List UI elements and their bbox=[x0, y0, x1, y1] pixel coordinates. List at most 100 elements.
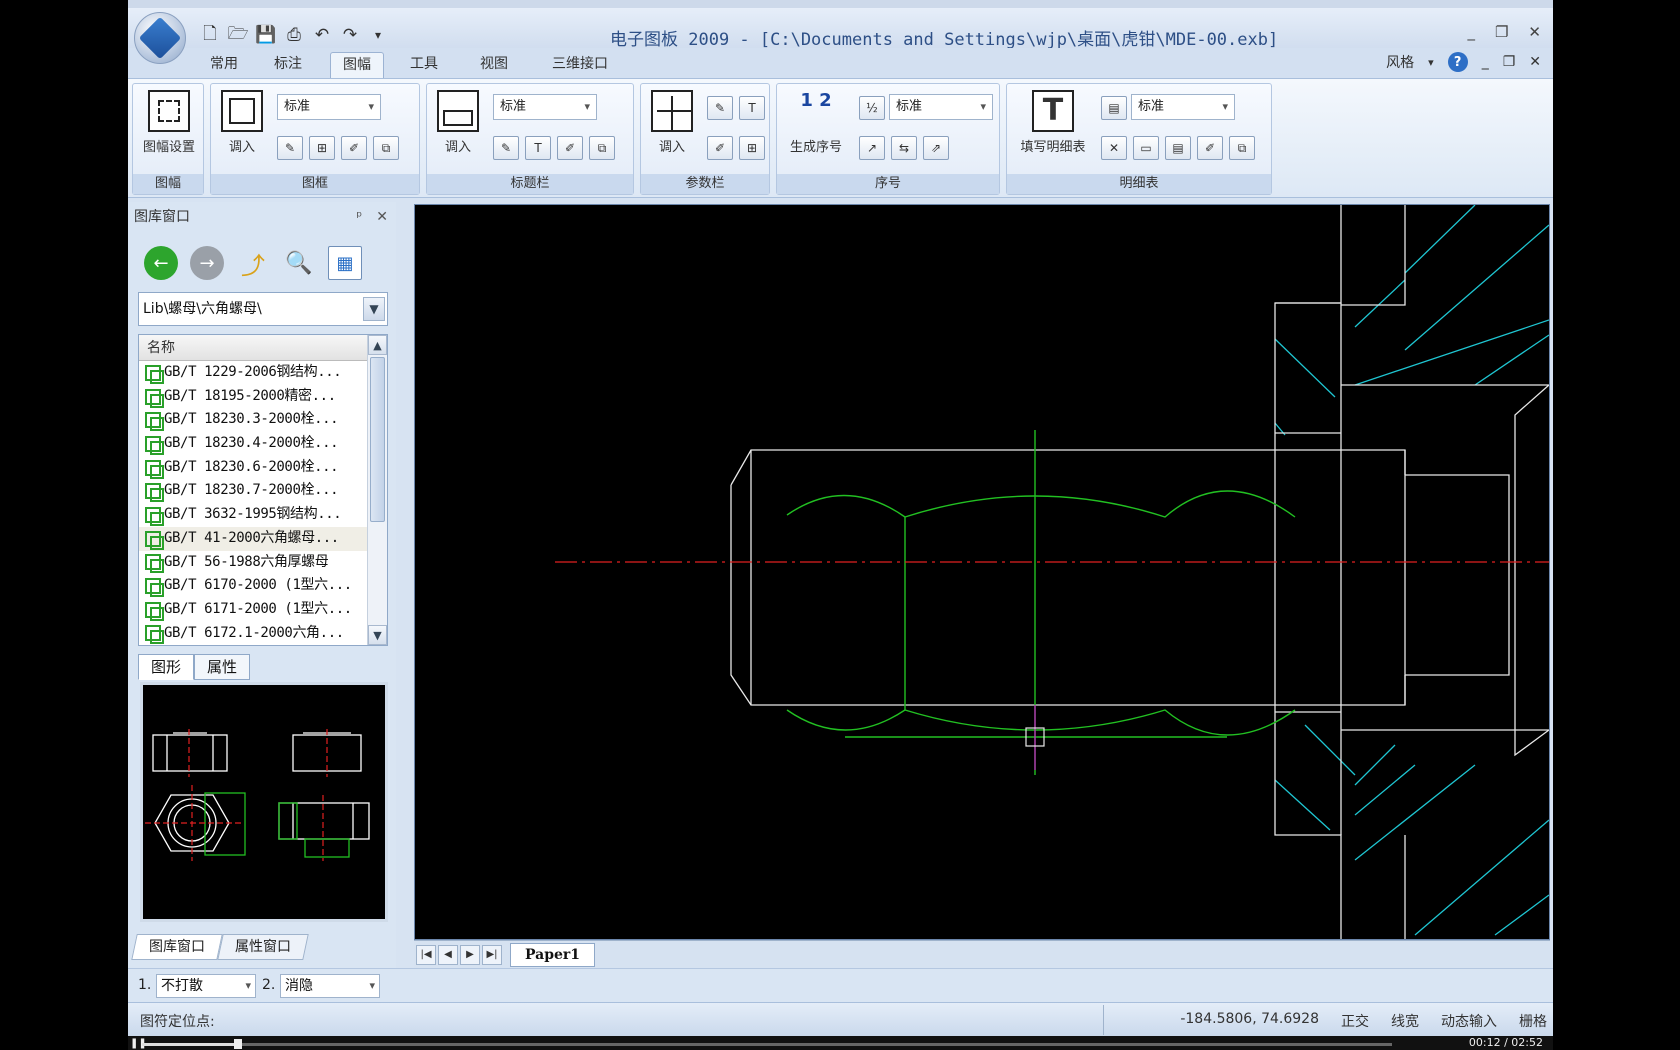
tab-paper1[interactable]: Paper1 bbox=[510, 943, 596, 967]
list-scrollbar[interactable]: ▲ ▼ bbox=[367, 335, 387, 645]
generate-sequence-icon: 1 2 bbox=[800, 90, 832, 111]
list-item[interactable]: GB/T 18230.6-2000栓... bbox=[139, 456, 368, 480]
border-swap-icon[interactable]: ⧉ bbox=[373, 136, 399, 160]
sequence-style-icon[interactable]: ½ bbox=[859, 96, 885, 120]
tab-annotate[interactable]: 标注 bbox=[262, 52, 314, 78]
last-sheet-icon[interactable]: ▶| bbox=[482, 945, 502, 965]
save-icon[interactable]: 💾 bbox=[254, 24, 278, 46]
tab-view[interactable]: 视图 bbox=[468, 52, 520, 78]
tab-tools[interactable]: 工具 bbox=[398, 52, 450, 78]
border-style-combo[interactable]: 标准 bbox=[277, 94, 381, 120]
ortho-toggle[interactable]: 正交 bbox=[1341, 1011, 1369, 1031]
mdi-minimize-button[interactable]: _ bbox=[1482, 54, 1489, 70]
close-button[interactable]: ✕ bbox=[1528, 23, 1541, 41]
detail-output-icon[interactable]: ⧉ bbox=[1229, 136, 1255, 160]
list-item[interactable]: GB/T 18230.4-2000栓... bbox=[139, 432, 368, 456]
params-define-icon[interactable]: ✎ bbox=[707, 96, 733, 120]
new-file-icon[interactable]: 🗋 bbox=[198, 24, 222, 46]
tab-property-window[interactable]: 属性窗口 bbox=[217, 934, 309, 960]
panel-close-icon[interactable]: ✕ bbox=[376, 206, 388, 228]
print-icon[interactable]: ⎙ bbox=[282, 24, 306, 46]
pin-icon[interactable]: ᵖ bbox=[356, 206, 362, 228]
sequence-delete-icon[interactable]: ↗ bbox=[859, 136, 885, 160]
app-logo-button[interactable] bbox=[134, 12, 186, 64]
params-store-icon[interactable]: ⊞ bbox=[739, 136, 765, 160]
detail-edit-icon[interactable]: ✐ bbox=[1197, 136, 1223, 160]
params-load-button[interactable]: 调入 bbox=[649, 90, 695, 155]
params-edit-icon[interactable]: ✐ bbox=[707, 136, 733, 160]
titleblock-define-icon[interactable]: ✎ bbox=[493, 136, 519, 160]
sheet-setup-button[interactable]: 图幅设置 bbox=[141, 90, 197, 155]
detail-delete-icon[interactable]: ✕ bbox=[1101, 136, 1127, 160]
titleblock-swap-icon[interactable]: ⧉ bbox=[589, 136, 615, 160]
list-item[interactable]: GB/T 41-2000六角螺母... bbox=[139, 526, 368, 551]
list-item[interactable]: GB/T 6170-2000 (1型六... bbox=[139, 574, 368, 598]
tab-sheet[interactable]: 图幅 bbox=[330, 52, 384, 78]
list-item[interactable]: GB/T 3632-1995钢结构... bbox=[139, 503, 368, 527]
sequence-swap-icon[interactable]: ⇆ bbox=[891, 136, 917, 160]
list-item[interactable]: GB/T 1229-2006钢结构... bbox=[139, 361, 368, 385]
mdi-restore-button[interactable]: ❐ bbox=[1503, 54, 1516, 70]
sequence-style-combo[interactable]: 标准 bbox=[889, 94, 993, 120]
detail-style-combo[interactable]: 标准 bbox=[1131, 94, 1235, 120]
tab-common[interactable]: 常用 bbox=[198, 52, 250, 78]
open-folder-icon[interactable]: 🗁 bbox=[226, 24, 250, 46]
params-text-icon[interactable]: T bbox=[739, 96, 765, 120]
option1-combo[interactable]: 不打散 bbox=[156, 974, 256, 998]
tab-graphic[interactable]: 图形 bbox=[138, 654, 195, 680]
list-column-header[interactable]: 名称 bbox=[139, 335, 368, 361]
scroll-down-icon[interactable]: ▼ bbox=[368, 625, 387, 645]
forward-arrow-icon[interactable]: → bbox=[190, 246, 224, 280]
first-sheet-icon[interactable]: |◀ bbox=[416, 945, 436, 965]
titleblock-load-button[interactable]: 调入 bbox=[435, 90, 481, 155]
prev-sheet-icon[interactable]: ◀ bbox=[438, 945, 458, 965]
border-define-icon[interactable]: ✎ bbox=[277, 136, 303, 160]
detail-style-icon[interactable]: ▤ bbox=[1101, 96, 1127, 120]
titleblock-text-icon[interactable]: T bbox=[525, 136, 551, 160]
list-item[interactable]: GB/T 18195-2000精密... bbox=[139, 385, 368, 409]
border-load-button[interactable]: 调入 bbox=[219, 90, 265, 155]
sequence-edit-icon[interactable]: ⇗ bbox=[923, 136, 949, 160]
up-folder-icon[interactable]: ⤴ bbox=[236, 246, 270, 280]
list-item[interactable]: GB/T 18230.7-2000栓... bbox=[139, 479, 368, 503]
video-progress-track[interactable] bbox=[142, 1039, 1392, 1049]
next-sheet-icon[interactable]: ▶ bbox=[460, 945, 480, 965]
video-progress-knob[interactable] bbox=[234, 1039, 243, 1049]
help-icon[interactable]: ? bbox=[1447, 52, 1468, 72]
minimize-button[interactable]: _ bbox=[1467, 23, 1475, 41]
option2-combo[interactable]: 消隐 bbox=[280, 974, 380, 998]
detail-insert-icon[interactable]: ▤ bbox=[1165, 136, 1191, 160]
drawing-canvas[interactable] bbox=[414, 204, 1550, 940]
scroll-up-icon[interactable]: ▲ bbox=[368, 335, 387, 355]
view-grid-icon[interactable]: ▦ bbox=[328, 246, 362, 280]
back-arrow-icon[interactable]: ← bbox=[144, 246, 178, 280]
list-item[interactable]: GB/T 6172.1-2000六角... bbox=[139, 622, 368, 646]
scroll-thumb[interactable] bbox=[370, 357, 385, 522]
dynamic-input-toggle[interactable]: 动态输入 bbox=[1441, 1011, 1497, 1031]
library-path-combo[interactable]: Lib\螺母\六角螺母\ ▼ bbox=[138, 292, 388, 326]
list-item[interactable]: GB/T 6171-2000 (1型六... bbox=[139, 598, 368, 622]
border-edit-icon[interactable]: ✐ bbox=[341, 136, 367, 160]
list-item[interactable]: GB/T 18230.3-2000栓... bbox=[139, 408, 368, 432]
titleblock-style-combo[interactable]: 标准 bbox=[493, 94, 597, 120]
tab-properties[interactable]: 属性 bbox=[194, 654, 251, 680]
customize-dropdown-icon[interactable]: ▾ bbox=[366, 24, 390, 46]
mdi-close-button[interactable]: ✕ bbox=[1529, 54, 1541, 70]
list-item[interactable]: GB/T 56-1988六角厚螺母 bbox=[139, 551, 368, 575]
titleblock-edit-icon[interactable]: ✐ bbox=[557, 136, 583, 160]
grid-toggle[interactable]: 栅格 bbox=[1519, 1011, 1547, 1031]
search-icon[interactable]: 🔍 bbox=[282, 246, 316, 280]
generate-sequence-button[interactable]: 1 2 生成序号 bbox=[781, 90, 851, 155]
maximize-button[interactable]: ❐ bbox=[1495, 23, 1508, 41]
border-store-icon[interactable]: ⊞ bbox=[309, 136, 335, 160]
tab-library-window[interactable]: 图库窗口 bbox=[131, 934, 223, 960]
style-menu[interactable]: 风格 bbox=[1386, 52, 1414, 72]
redo-icon[interactable]: ↷ bbox=[338, 24, 362, 46]
undo-icon[interactable]: ↶ bbox=[310, 24, 334, 46]
tab-3d-interface[interactable]: 三维接口 bbox=[540, 52, 620, 78]
fill-detail-table-button[interactable]: T 填写明细表 bbox=[1011, 90, 1095, 155]
detail-header-icon[interactable]: ▭ bbox=[1133, 136, 1159, 160]
lineweight-toggle[interactable]: 线宽 bbox=[1391, 1011, 1419, 1031]
style-dropdown-icon[interactable]: ▾ bbox=[1428, 56, 1434, 69]
chevron-down-icon[interactable]: ▼ bbox=[363, 297, 385, 321]
